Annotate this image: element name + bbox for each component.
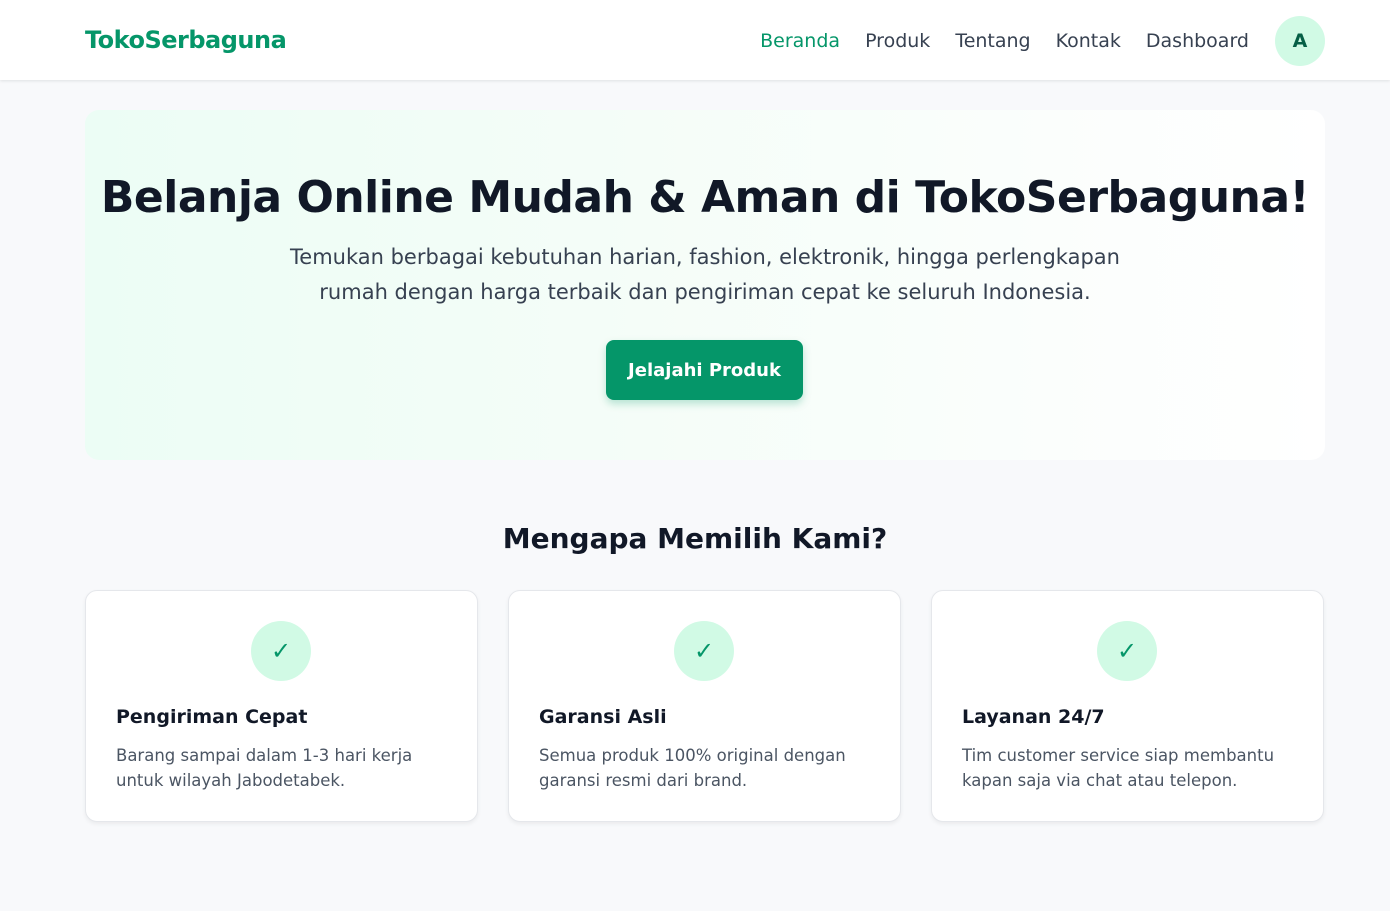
- feature-card-description: Barang sampai dalam 1-3 hari kerja untuk…: [116, 746, 413, 790]
- check-icon: ✓: [674, 621, 734, 681]
- check-icon: ✓: [1097, 621, 1157, 681]
- feature-card-title: Layanan 24/7: [962, 706, 1105, 728]
- nav-link-beranda[interactable]: Beranda: [760, 28, 840, 54]
- feature-card-description: Tim customer service siap membantu kapan…: [962, 746, 1275, 790]
- hero-title: Belanja Online Mudah & Aman di TokoSerba…: [100, 172, 1310, 223]
- feature-card-description: Semua produk 100% original dengan garans…: [539, 746, 846, 790]
- feature-card-pengiriman: ✓ Pengiriman Cepat Barang sampai dalam 1…: [85, 590, 478, 822]
- feature-card-title: Pengiriman Cepat: [116, 706, 308, 728]
- feature-card-layanan: ✓ Layanan 24/7 Tim customer service siap…: [931, 590, 1324, 822]
- hero-subtitle: Temukan berbagai kebutuhan harian, fashi…: [290, 245, 1120, 304]
- features-section-title: Mengapa Memilih Kami?: [502, 522, 888, 555]
- nav-link-kontak[interactable]: Kontak: [1056, 28, 1121, 54]
- brand-logo[interactable]: TokoSerbaguna: [85, 26, 287, 54]
- nav-link-tentang[interactable]: Tentang: [955, 28, 1030, 54]
- main-nav: Beranda Produk Tentang Kontak Dashboard: [760, 28, 1249, 54]
- user-avatar[interactable]: A: [1275, 16, 1325, 66]
- nav-link-produk[interactable]: Produk: [865, 28, 930, 54]
- top-navbar: TokoSerbaguna Beranda Produk Tentang Kon…: [0, 0, 1390, 80]
- nav-link-dashboard[interactable]: Dashboard: [1146, 28, 1249, 54]
- hero-banner: Belanja Online Mudah & Aman di TokoSerba…: [85, 110, 1325, 460]
- explore-products-button[interactable]: Jelajahi Produk: [606, 340, 803, 400]
- feature-card-title: Garansi Asli: [539, 706, 667, 728]
- check-icon: ✓: [251, 621, 311, 681]
- feature-card-garansi: ✓ Garansi Asli Semua produk 100% origina…: [508, 590, 901, 822]
